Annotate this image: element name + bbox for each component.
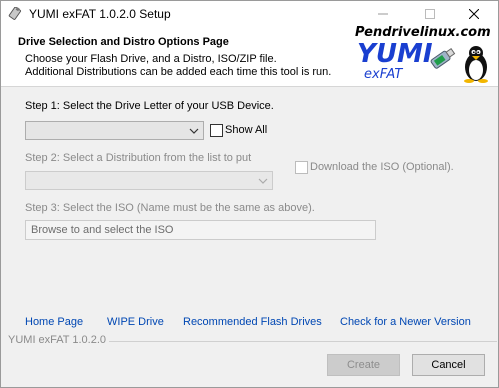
penguin-icon (459, 43, 493, 86)
logo-url-text: Pendrivelinux.com (355, 25, 491, 40)
show-all-checkbox[interactable] (210, 124, 223, 137)
show-all-label[interactable]: Show All (225, 124, 267, 136)
version-label: YUMI exFAT 1.0.2.0 (8, 334, 107, 346)
title-bar[interactable]: YUMI exFAT 1.0.2.0 Setup (1, 1, 498, 27)
wipe-drive-link[interactable]: WIPE Drive (107, 316, 164, 328)
chevron-down-icon (188, 125, 200, 137)
chevron-down-icon (257, 175, 269, 187)
close-icon (468, 9, 479, 19)
minimize-button[interactable] (366, 1, 399, 27)
logo-brand-text: YUMI (357, 39, 433, 69)
footer-divider (109, 341, 497, 342)
header-banner: Drive Selection and Distro Options Page … (1, 25, 498, 87)
cancel-button[interactable]: Cancel (412, 354, 485, 376)
download-iso-checkbox[interactable] (295, 161, 308, 174)
check-newer-version-link[interactable]: Check for a Newer Version (340, 316, 471, 328)
step1-label: Step 1: Select the Drive Letter of your … (25, 100, 274, 112)
yumi-logo: Pendrivelinux.com YUMI exFAT (351, 25, 496, 87)
iso-browse-field[interactable]: Browse to and select the ISO (25, 220, 376, 240)
step2-label: Step 2: Select a Distribution from the l… (25, 152, 252, 164)
drive-letter-select[interactable] (25, 121, 204, 140)
usb-stick-icon (428, 45, 458, 74)
logo-edition-text: exFAT (364, 67, 403, 82)
home-page-link[interactable]: Home Page (25, 316, 83, 328)
usb-drive-icon (8, 6, 22, 21)
window-title: YUMI exFAT 1.0.2.0 Setup (29, 7, 171, 21)
setup-window: YUMI exFAT 1.0.2.0 Setup Drive Selection… (0, 0, 499, 388)
maximize-button[interactable] (413, 1, 446, 27)
page-title: Drive Selection and Distro Options Page (18, 36, 229, 48)
recommended-flash-drives-link[interactable]: Recommended Flash Drives (183, 316, 322, 328)
download-iso-label[interactable]: Download the ISO (Optional). (310, 161, 454, 173)
close-button[interactable] (457, 1, 490, 27)
create-button[interactable]: Create (327, 354, 400, 376)
distro-select[interactable] (25, 171, 273, 190)
page-subtitle-line1: Choose your Flash Drive, and a Distro, I… (25, 53, 277, 65)
page-subtitle-line2: Additional Distributions can be added ea… (25, 66, 332, 78)
step3-label: Step 3: Select the ISO (Name must be the… (25, 202, 315, 214)
